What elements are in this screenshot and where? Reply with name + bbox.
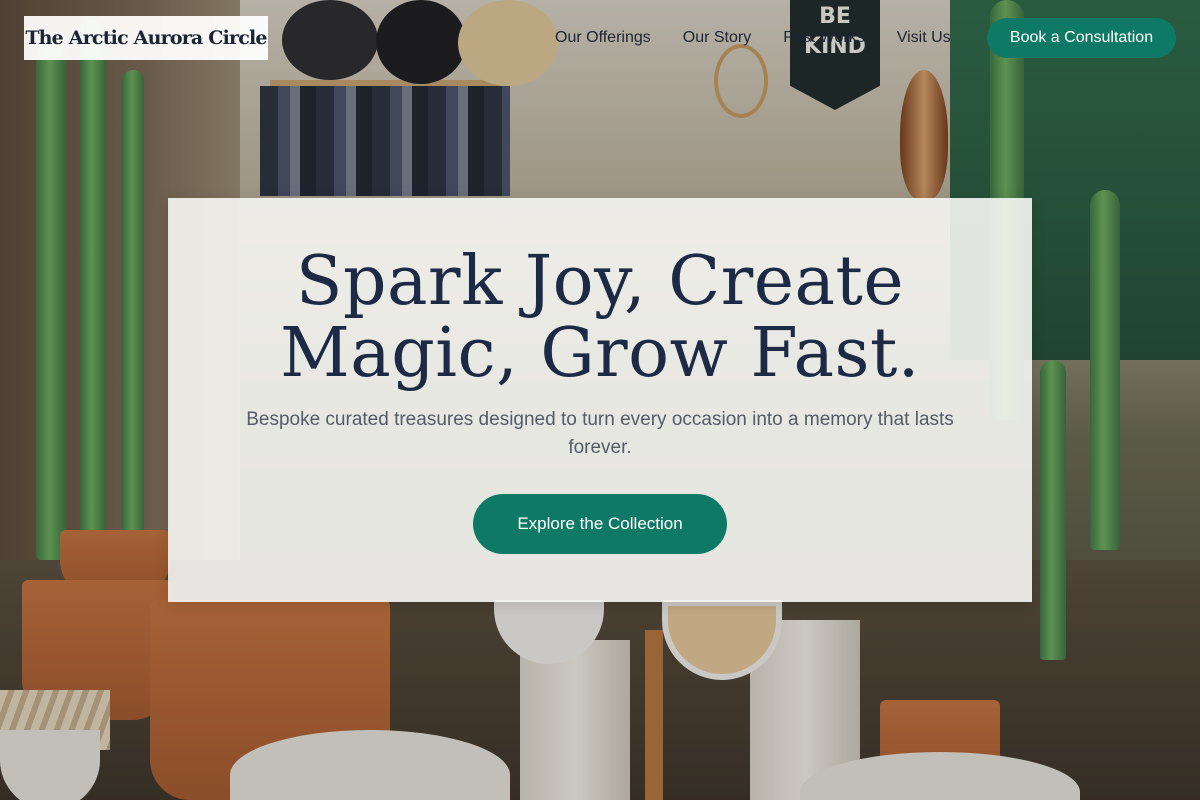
hero-card: Spark Joy, Create Magic, Grow Fast. Besp… xyxy=(168,198,1032,602)
site-logo[interactable]: The Arctic Aurora Circle xyxy=(24,16,268,60)
main-nav: Our Offerings Our Story Past Works Visit… xyxy=(555,28,951,48)
nav-link-our-story[interactable]: Our Story xyxy=(683,28,751,48)
nav-link-past-works[interactable]: Past Works xyxy=(783,28,865,48)
nav-link-visit-us[interactable]: Visit Us xyxy=(897,28,951,48)
hero-subtitle: Bespoke curated treasures designed to tu… xyxy=(246,409,954,458)
nav-link-our-offerings[interactable]: Our Offerings xyxy=(555,28,651,48)
book-consultation-button[interactable]: Book a Consultation xyxy=(987,18,1176,58)
hero-title: Spark Joy, Create Magic, Grow Fast. xyxy=(280,242,920,393)
site-logo-text: The Arctic Aurora Circle xyxy=(25,27,267,49)
explore-collection-button[interactable]: Explore the Collection xyxy=(473,494,727,554)
